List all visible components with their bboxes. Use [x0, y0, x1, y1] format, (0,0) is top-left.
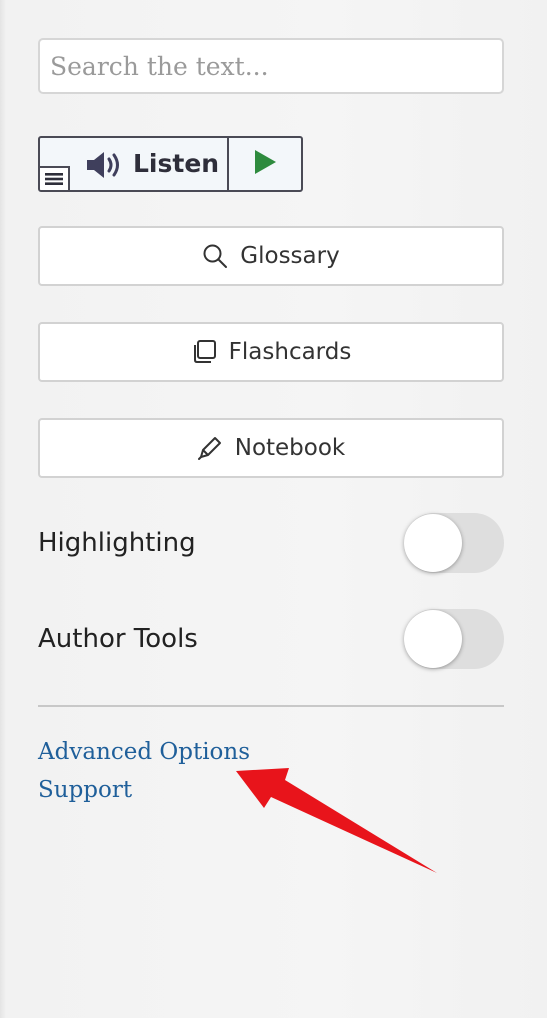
search-icon	[202, 243, 228, 269]
listen-label: Listen	[133, 149, 220, 178]
glossary-button[interactable]: Glossary	[38, 226, 504, 286]
advanced-options-link[interactable]: Advanced Options	[38, 739, 250, 765]
author-tools-label: Author Tools	[38, 624, 198, 654]
notebook-button[interactable]: Notebook	[38, 418, 504, 478]
search-input[interactable]	[38, 38, 504, 94]
notebook-label: Notebook	[234, 435, 346, 461]
listen-button[interactable]: Listen	[40, 138, 229, 190]
author-tools-toggle[interactable]	[404, 609, 504, 669]
settings-sidebar: Listen Glossary Flashcards	[0, 0, 547, 1018]
toggle-knob	[404, 610, 462, 668]
pen-icon	[197, 435, 223, 461]
highlighting-row: Highlighting	[38, 513, 504, 573]
play-button[interactable]	[229, 138, 301, 190]
speaker-icon	[85, 150, 125, 184]
highlighting-label: Highlighting	[38, 528, 196, 558]
glossary-label: Glossary	[240, 243, 340, 269]
play-icon	[253, 149, 277, 179]
author-tools-row: Author Tools	[38, 609, 504, 669]
support-link[interactable]: Support	[38, 777, 132, 803]
toggle-knob	[404, 514, 462, 572]
cards-icon	[191, 339, 217, 365]
flashcards-label: Flashcards	[228, 339, 352, 365]
flashcards-button[interactable]: Flashcards	[38, 322, 504, 382]
divider	[38, 705, 504, 707]
listen-widget: Listen	[38, 136, 303, 192]
hamburger-icon[interactable]	[40, 166, 70, 190]
highlighting-toggle[interactable]	[404, 513, 504, 573]
